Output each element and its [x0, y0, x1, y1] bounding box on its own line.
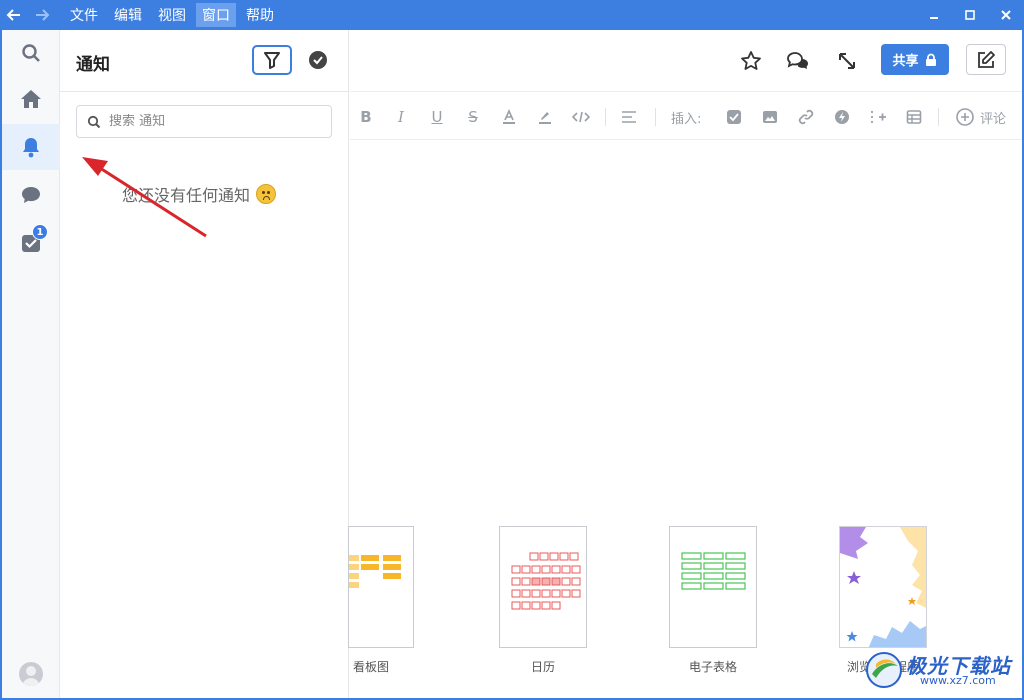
check-circle-icon [309, 51, 327, 69]
edit-pencil-icon [978, 50, 995, 68]
editor-header: 共享 [350, 30, 1022, 92]
checkbox-insert-icon[interactable] [723, 106, 745, 128]
empty-state: 您还没有任何通知 [122, 182, 277, 206]
italic-icon[interactable]: I [390, 106, 412, 128]
user-avatar-icon [22, 666, 40, 686]
template-label-kanban: 看板图 [352, 660, 389, 674]
align-icon[interactable] [618, 106, 640, 128]
toolbar-separator [605, 108, 606, 126]
template-label-spreadsheet: 电子表格 [688, 660, 737, 674]
forward-button[interactable] [28, 0, 56, 30]
code-icon[interactable] [570, 106, 592, 128]
task-badge: 1 [32, 224, 48, 240]
menu-window[interactable]: 窗口 [196, 3, 236, 27]
toolbar-separator [938, 108, 939, 126]
insert-label: 插入: [671, 112, 702, 127]
template-label-calendar: 日历 [530, 660, 555, 674]
empty-state-text: 您还没有任何通知 [122, 186, 251, 205]
template-card-spreadsheet[interactable] [669, 526, 757, 648]
rail-notifications[interactable] [2, 124, 60, 170]
minimize-button[interactable] [916, 0, 952, 30]
template-card-calendar[interactable] [499, 526, 587, 648]
rail-home[interactable] [2, 76, 60, 122]
lightning-insert-icon[interactable] [831, 106, 853, 128]
close-button[interactable] [988, 0, 1024, 30]
close-icon [1001, 10, 1011, 20]
chat-bubble-icon [22, 187, 40, 203]
notification-panel: 通知 您还没有任何通知 [60, 30, 349, 698]
search-box [76, 105, 332, 138]
menu-help[interactable]: 帮助 [240, 3, 280, 27]
panel-title: 通知 [76, 55, 110, 75]
menu-edit[interactable]: 编辑 [108, 3, 148, 27]
underline-icon[interactable]: U [426, 106, 448, 128]
share-label: 共享 [892, 54, 919, 69]
bell-icon [23, 138, 39, 158]
back-button[interactable] [0, 0, 28, 30]
rail-tasks[interactable]: 1 [2, 220, 60, 266]
watermark: 极光下载站 www.xz7.com [864, 648, 1024, 692]
expand-diagonal-icon [839, 53, 855, 69]
search-input[interactable] [109, 114, 309, 129]
title-bar: 文件 编辑 视图 窗口 帮助 [0, 0, 1024, 30]
minimize-icon [930, 17, 938, 19]
rail-search[interactable] [2, 30, 60, 76]
menu-file[interactable]: 文件 [64, 3, 104, 27]
link-insert-icon[interactable] [795, 106, 817, 128]
menu-view[interactable]: 视图 [152, 3, 192, 27]
comment-add-icon[interactable] [954, 106, 976, 128]
lock-icon [925, 53, 936, 66]
panel-header: 通知 [60, 30, 349, 92]
window-controls [916, 0, 1024, 30]
table-insert-icon[interactable] [903, 106, 925, 128]
divider-insert-icon[interactable] [867, 106, 889, 128]
image-insert-icon[interactable] [759, 106, 781, 128]
home-icon [21, 90, 41, 108]
share-button[interactable]: 共享 [881, 44, 949, 75]
maximize-button[interactable] [952, 0, 988, 30]
filter-funnel-icon [264, 52, 280, 69]
filter-button[interactable] [252, 45, 292, 75]
rail-chat[interactable] [2, 172, 60, 218]
watermark-logo-icon [866, 652, 902, 688]
editor-area: 共享 B I U S 插入: 评论 看板图 日历 电子表格 [348, 30, 1022, 698]
arrow-left-icon [6, 9, 20, 21]
watermark-url: www.xz7.com [920, 674, 996, 687]
app-content: 1 通知 您还没有任何通知 [2, 30, 1022, 698]
avatar[interactable] [19, 662, 43, 686]
new-document-button[interactable] [966, 44, 1006, 75]
sad-face-icon [256, 184, 277, 204]
expand-button[interactable] [832, 46, 862, 76]
search-icon [22, 44, 40, 62]
star-icon [741, 51, 761, 70]
template-card-kanban[interactable] [348, 526, 414, 648]
font-color-icon[interactable] [498, 106, 520, 128]
mark-all-read-button[interactable] [306, 48, 330, 72]
strikethrough-icon[interactable]: S [462, 106, 484, 128]
arrow-right-icon [36, 9, 50, 21]
nav-rail: 1 [2, 30, 60, 698]
chat-bubbles-icon [787, 52, 808, 69]
menu-bar: 文件 编辑 视图 窗口 帮助 [64, 0, 284, 30]
maximize-icon [965, 10, 975, 20]
search-icon [87, 115, 101, 128]
app-window: 文件 编辑 视图 窗口 帮助 1 通知 搜索 通知 您还没有任何通知 共享 B … [0, 0, 1024, 700]
toolbar-separator [655, 108, 656, 126]
template-card-apps[interactable] [839, 526, 927, 648]
favorite-button[interactable] [736, 46, 766, 76]
comment-label: 评论 [980, 112, 1007, 127]
highlight-icon[interactable] [534, 106, 556, 128]
bold-icon[interactable]: B [355, 106, 377, 128]
discussion-button[interactable] [783, 46, 813, 76]
